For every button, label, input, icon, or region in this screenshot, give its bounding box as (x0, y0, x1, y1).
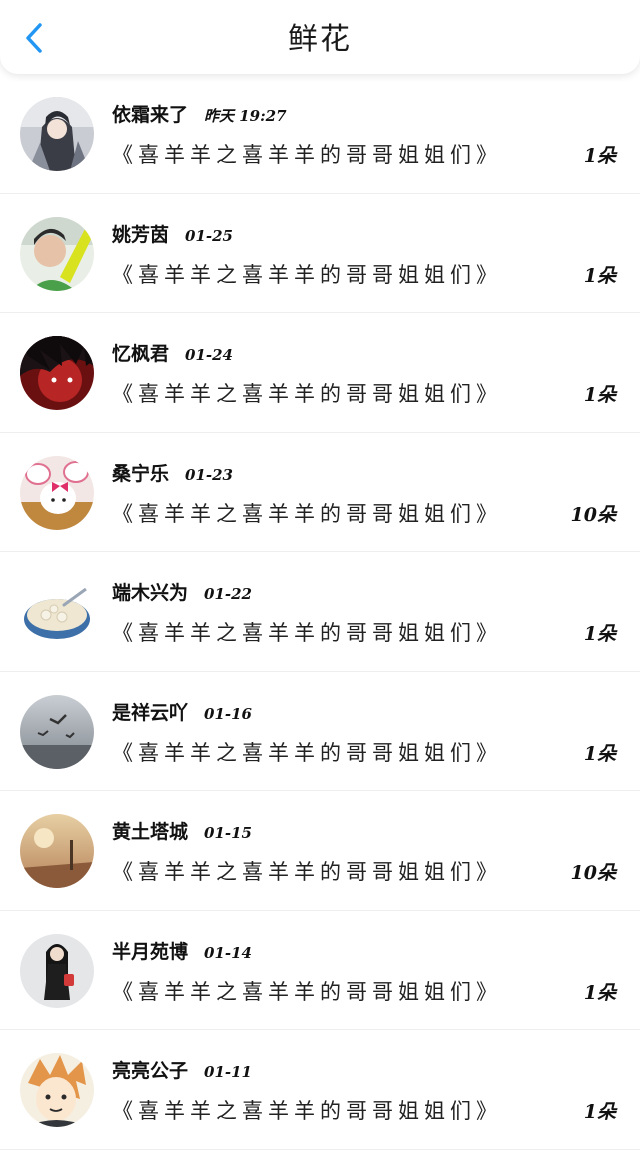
user-name: 亮亮公子 (112, 1060, 189, 1082)
book-title: 《喜羊羊之喜羊羊的哥哥姐姐们》 (112, 143, 502, 167)
list-item[interactable]: 端木兴为 01-22 《喜羊羊之喜羊羊的哥哥姐姐们》 1朵 (0, 552, 640, 672)
flower-count: 1朵 (583, 264, 616, 287)
avatar (20, 933, 94, 1008)
user-name: 黄土塔城 (112, 821, 189, 843)
book-title: 《喜羊羊之喜羊羊的哥哥姐姐们》 (112, 501, 502, 526)
avatar (20, 575, 94, 649)
list-item[interactable]: 半月苑博 01-14 《喜羊羊之喜羊羊的哥哥姐姐们》 1朵 (0, 911, 640, 1030)
avatar (20, 216, 94, 291)
flower-count: 1朵 (583, 1101, 616, 1123)
user-name: 桑宁乐 (112, 462, 170, 485)
avatar (20, 97, 94, 171)
gift-date: 昨天 19:27 (204, 107, 287, 125)
book-title: 《喜羊羊之喜羊羊的哥哥姐姐们》 (112, 621, 502, 645)
list-item[interactable]: 姚芳茵 01-25 《喜羊羊之喜羊羊的哥哥姐姐们》 1朵 (0, 194, 640, 313)
gift-date: 01-14 (204, 943, 252, 962)
flower-count: 1朵 (583, 145, 616, 167)
page-title: 鲜花 (288, 22, 352, 57)
list-item[interactable]: 黄土塔城 01-15 《喜羊羊之喜羊羊的哥哥姐姐们》 10朵 (0, 791, 640, 911)
flower-count: 1朵 (583, 623, 616, 645)
list-item[interactable]: 忆枫君 01-24 《喜羊羊之喜羊羊的哥哥姐姐们》 1朵 (0, 313, 640, 433)
flower-count: 10朵 (570, 503, 616, 526)
flower-gift-list: 依霜来了 昨天 19:27 《喜羊羊之喜羊羊的哥哥姐姐们》 1朵 姚芳茵 01-25… (0, 74, 640, 1150)
list-item[interactable]: 依霜来了 昨天 19:27 《喜羊羊之喜羊羊的哥哥姐姐们》 1朵 (0, 74, 640, 194)
book-title: 《喜羊羊之喜羊羊的哥哥姐姐们》 (112, 740, 502, 765)
flower-count: 10朵 (570, 862, 616, 884)
gift-date: 01-15 (204, 824, 252, 842)
top-nav-bar: 鲜花 (0, 0, 640, 74)
list-item[interactable]: 是祥云吖 01-16 《喜羊羊之喜羊羊的哥哥姐姐们》 1朵 (0, 672, 640, 791)
book-title: 《喜羊羊之喜羊羊的哥哥姐姐们》 (112, 1099, 502, 1123)
avatar (20, 814, 94, 888)
book-title: 《喜羊羊之喜羊羊的哥哥姐姐们》 (112, 860, 502, 884)
user-name: 姚芳茵 (112, 223, 170, 246)
gift-date: 01-23 (185, 465, 233, 484)
gift-date: 01-22 (204, 585, 252, 603)
list-item[interactable]: 桑宁乐 01-23 《喜羊羊之喜羊羊的哥哥姐姐们》 10朵 (0, 433, 640, 552)
book-title: 《喜羊羊之喜羊羊的哥哥姐姐们》 (112, 382, 502, 406)
gift-date: 01-24 (185, 346, 233, 364)
book-title: 《喜羊羊之喜羊羊的哥哥姐姐们》 (112, 979, 502, 1004)
avatar (20, 455, 94, 530)
user-name: 端木兴为 (112, 582, 189, 604)
gift-date: 01-25 (185, 226, 233, 245)
flower-count: 1朵 (583, 981, 616, 1004)
flower-count: 1朵 (583, 742, 616, 765)
gift-date: 01-11 (204, 1063, 252, 1081)
avatar (20, 694, 94, 769)
user-name: 忆枫君 (112, 343, 170, 365)
flower-count: 1朵 (583, 384, 616, 406)
avatar (20, 336, 94, 410)
user-name: 是祥云吖 (112, 701, 189, 724)
avatar (20, 1053, 94, 1127)
user-name: 半月苑博 (112, 940, 189, 963)
gift-date: 01-16 (204, 704, 252, 723)
book-title: 《喜羊羊之喜羊羊的哥哥姐姐们》 (112, 262, 502, 287)
user-name: 依霜来了 (112, 104, 189, 126)
